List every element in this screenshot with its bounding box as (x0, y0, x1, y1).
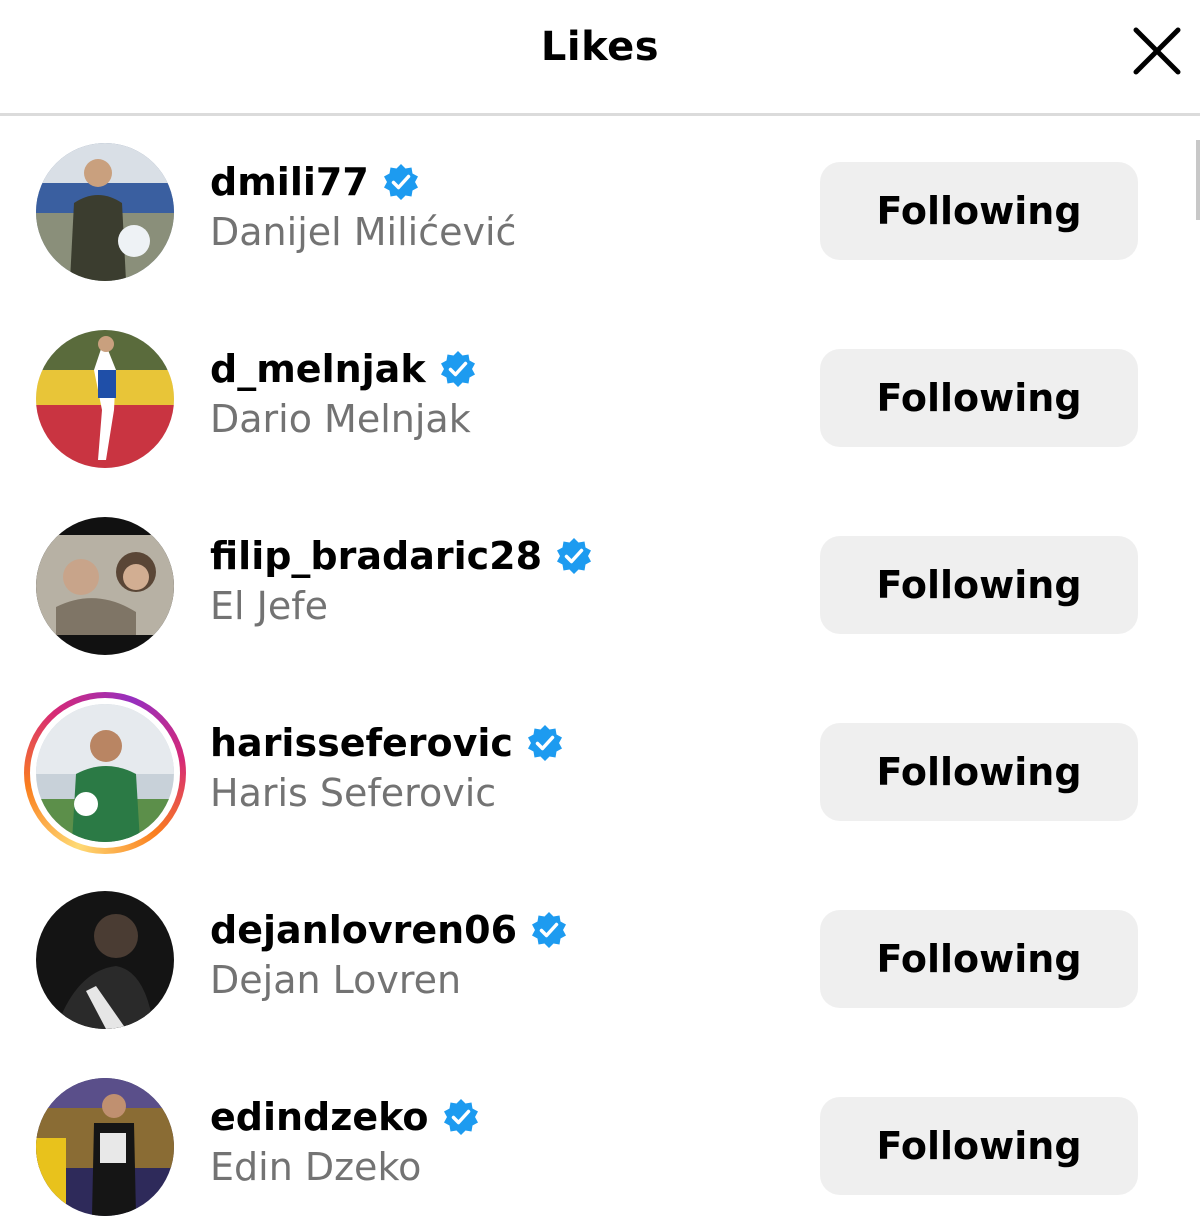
verified-badge-icon (532, 912, 567, 948)
user-names: harisseferovic Haris Seferovic (210, 717, 565, 815)
avatar-image (36, 330, 174, 468)
following-button[interactable]: Following (820, 162, 1138, 260)
username[interactable]: edindzeko (210, 1095, 429, 1139)
full-name: Danijel Milićević (210, 210, 517, 254)
following-button[interactable]: Following (820, 910, 1138, 1008)
user-names: dejanlovren06 Dejan Lovren (210, 904, 569, 1002)
avatar[interactable] (36, 1078, 174, 1216)
user-names: d_melnjak Dario Melnjak (210, 343, 478, 441)
avatar-story-ring[interactable] (24, 692, 186, 854)
username[interactable]: harisseferovic (210, 721, 513, 765)
avatar-image (36, 517, 174, 655)
modal-title: Likes (540, 24, 660, 70)
user-names: dmili77 Danijel Milićević (210, 156, 516, 254)
username[interactable]: d_melnjak (210, 347, 426, 391)
username[interactable]: dmili77 (210, 160, 369, 204)
like-row[interactable]: dejanlovren06 Dejan Lovren Following (0, 866, 1200, 1053)
following-button[interactable]: Following (820, 723, 1138, 821)
username[interactable]: filip_bradaric28 (210, 534, 542, 578)
full-name: Haris Seferovic (210, 771, 497, 815)
verified-badge-icon (383, 164, 418, 200)
verified-badge-icon (440, 351, 475, 387)
full-name: Dejan Lovren (210, 958, 462, 1002)
avatar-image (36, 143, 174, 281)
avatar[interactable] (36, 517, 174, 655)
like-row[interactable]: dmili77 Danijel Milićević Following (0, 118, 1200, 305)
verified-badge-icon (527, 725, 562, 761)
full-name: Dario Melnjak (210, 397, 471, 441)
modal-header: Likes (0, 0, 1200, 116)
verified-badge-icon (557, 538, 592, 574)
like-row[interactable]: d_melnjak Dario Melnjak Following (0, 305, 1200, 492)
full-name: El Jefe (210, 584, 328, 628)
avatar[interactable] (36, 330, 174, 468)
user-names: filip_bradaric28 El Jefe (210, 530, 594, 628)
like-row[interactable]: filip_bradaric28 El Jefe Following (0, 492, 1200, 679)
verified-badge-icon (443, 1099, 478, 1135)
following-button[interactable]: Following (820, 536, 1138, 634)
avatar-image (36, 891, 174, 1029)
close-icon[interactable] (1132, 26, 1182, 76)
avatar-image (36, 704, 174, 842)
avatar[interactable] (36, 143, 174, 281)
user-names: edindzeko Edin Dzeko (210, 1091, 481, 1189)
like-row[interactable]: edindzeko Edin Dzeko Following (0, 1053, 1200, 1216)
full-name: Edin Dzeko (210, 1145, 422, 1189)
avatar-image (36, 1078, 174, 1216)
likes-modal: Likes dmili77 Danijel Milićević Followin… (0, 0, 1200, 1216)
avatar[interactable] (36, 891, 174, 1029)
following-button[interactable]: Following (820, 349, 1138, 447)
following-button[interactable]: Following (820, 1097, 1138, 1195)
like-row[interactable]: harisseferovic Haris Seferovic Following (0, 679, 1200, 866)
username[interactable]: dejanlovren06 (210, 908, 517, 952)
